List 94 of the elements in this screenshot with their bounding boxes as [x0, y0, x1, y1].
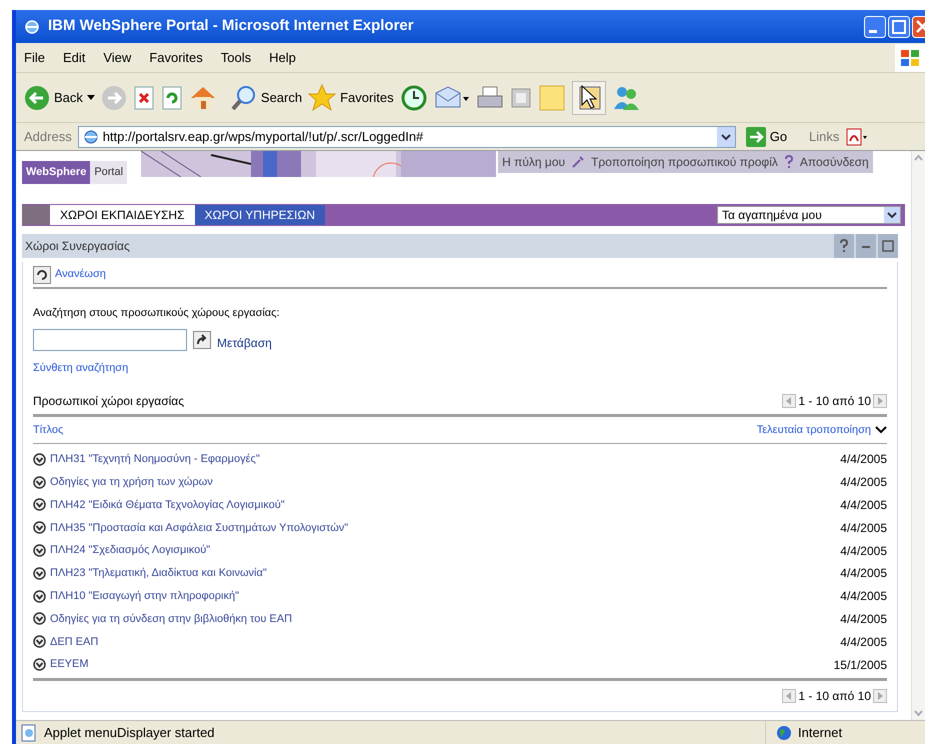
expand-icon[interactable]: [33, 590, 46, 603]
workspace-link[interactable]: ΠΛΗ10 "Εισαγωγή στην πληροφορική": [50, 588, 239, 604]
home-icon[interactable]: [188, 84, 217, 110]
nav-tab[interactable]: ΧΩΡΟΙ ΕΚΠΑΙΔΕΥΣΗΣ: [50, 205, 195, 225]
workspace-link[interactable]: ΠΛΗ31 "Τεχνητή Νοημοσύνη - Εφαρμογές": [50, 451, 260, 468]
wrench-icon[interactable]: [571, 155, 586, 169]
table-cell-text: 4/4/2005: [840, 565, 887, 582]
refresh-link[interactable]: Ανανέωση: [55, 266, 106, 283]
favorites-button[interactable]: Favorites: [340, 88, 394, 108]
window-title: IBM WebSphere Portal - Microsoft Internet Explorer: [48, 16, 414, 36]
expand-icon[interactable]: [33, 635, 46, 648]
zone-text: Internet: [798, 724, 842, 742]
menu-item[interactable]: Edit: [62, 48, 86, 68]
expand-icon[interactable]: [33, 498, 46, 512]
workspace-link[interactable]: ΔΕΠ ΕΑΠ: [50, 634, 98, 650]
expand-icon[interactable]: [33, 476, 46, 489]
people-icon[interactable]: [612, 84, 640, 110]
table-cell-text: 4/4/2005: [840, 474, 887, 492]
expand-icon[interactable]: [33, 566, 46, 580]
search-field[interactable]: [33, 328, 187, 350]
refresh-icon[interactable]: [33, 266, 51, 284]
previous-page-icon[interactable]: [782, 394, 796, 408]
expand-icon[interactable]: [33, 658, 46, 672]
browser-icon: [24, 18, 40, 34]
pager-text: 1 - 10 από 10: [798, 688, 871, 705]
close-icon[interactable]: [912, 16, 925, 38]
minimize-icon[interactable]: [856, 234, 876, 258]
maximize-icon[interactable]: [878, 234, 898, 258]
nav-link[interactable]: Αποσύνδεση: [800, 153, 869, 171]
star-icon[interactable]: [308, 84, 336, 112]
printer-icon[interactable]: [476, 84, 504, 110]
workspace-link[interactable]: ΠΛΗ23 "Τηλεματική, Διαδίκτυα και Κοινωνία": [50, 565, 267, 582]
pdf-icon[interactable]: [845, 126, 868, 146]
links-button[interactable]: Links: [809, 126, 840, 146]
mail-icon[interactable]: [434, 84, 470, 110]
menu-item[interactable]: View: [103, 48, 132, 68]
column-header[interactable]: Τίτλος: [33, 422, 64, 438]
expand-icon[interactable]: [33, 612, 46, 626]
page-icon: [20, 724, 38, 742]
tab-spacer: [22, 205, 50, 225]
menu-item[interactable]: File: [24, 48, 45, 68]
history-icon[interactable]: [400, 84, 428, 112]
logo: WebSphere Portal: [22, 161, 128, 184]
section-title: Προσωπικοί χώροι εργασίας: [33, 393, 184, 410]
globe-icon: [776, 724, 792, 740]
table-cell-text: 4/4/2005: [840, 520, 887, 537]
go-button[interactable]: Go: [770, 126, 788, 146]
stop-icon[interactable]: [132, 86, 155, 110]
status-text: Applet menuDisplayer started: [44, 724, 215, 742]
workspace-link[interactable]: ΕΕΥΕΜ: [50, 656, 89, 673]
favorites-dropdown[interactable]: Τα αγαπημένα μου: [717, 206, 901, 224]
advanced-search-link[interactable]: Σύνθετη αναζήτηση: [33, 360, 887, 376]
menu-item[interactable]: Help: [269, 48, 296, 68]
windows-logo-icon: [900, 48, 920, 66]
previous-page-icon[interactable]: [782, 688, 796, 703]
nav-link[interactable]: Τροποποίηση προσωπικού προφίλ: [591, 153, 778, 171]
table-cell-text: 4/4/2005: [840, 542, 887, 560]
search-label: Αναζήτηση στους προσωπικούς χώρους εργασίας:: [33, 306, 281, 321]
workspace-link[interactable]: ΠΛΗ24 "Σχεδιασμός Λογισμικού": [50, 542, 210, 559]
page-icon: [82, 128, 99, 144]
table-cell-text: 15/1/2005: [834, 656, 887, 674]
portlet-title: Χώροι Συνεργασίας: [25, 238, 130, 255]
nav-link[interactable]: Η πύλη μου: [502, 153, 566, 171]
table-cell-text: 4/4/2005: [840, 588, 887, 606]
table-cell-text: 4/4/2005: [840, 610, 887, 628]
table-cell-text: 4/4/2005: [840, 496, 887, 514]
maximize-icon[interactable]: [888, 16, 910, 38]
next-page-icon[interactable]: [873, 688, 887, 703]
address-field[interactable]: http://portalsrv.eap.gr/wps/myportal/!ut/p/.scr/LoggedIn#: [78, 126, 736, 148]
go-link[interactable]: Μετάβαση: [217, 334, 272, 352]
workspace-link[interactable]: Οδηγίες για τη χρήση των χώρων: [50, 474, 213, 490]
cursor-icon[interactable]: [572, 80, 606, 114]
pager-text: 1 - 10 από 10: [798, 393, 871, 410]
workspace-link[interactable]: Οδηγίες για τη σύνδεση στην βιβλιοθήκη του ΕΑΠ: [50, 610, 292, 628]
expand-icon[interactable]: [33, 544, 46, 558]
nav-tab[interactable]: ΧΩΡΟΙ ΥΠΗΡΕΣΙΩΝ: [194, 205, 326, 225]
sort-descending-icon[interactable]: [875, 426, 887, 434]
menu-item[interactable]: Favorites: [149, 48, 203, 68]
search-icon[interactable]: [230, 84, 257, 110]
expand-icon[interactable]: [33, 521, 46, 534]
menu-item[interactable]: Tools: [220, 48, 252, 68]
workspace-link[interactable]: ΠΛΗ35 "Προστασία και Ασφάλεια Συστημάτων Υπολογιστών": [50, 520, 348, 536]
help-icon[interactable]: [834, 234, 854, 258]
help-icon[interactable]: [784, 155, 794, 169]
minimize-icon[interactable]: [864, 16, 886, 38]
table-cell-text: 4/4/2005: [840, 451, 887, 468]
caret-icon[interactable]: [86, 94, 95, 100]
address-label: Address: [24, 128, 72, 146]
table-cell-text: 4/4/2005: [840, 634, 887, 651]
search-button[interactable]: Search: [260, 88, 302, 108]
expand-icon[interactable]: [33, 452, 46, 466]
back-button[interactable]: Back: [54, 88, 83, 108]
workspace-link[interactable]: ΠΛΗ42 "Ειδικά Θέματα Τεχνολογίας Λογισμικού": [50, 496, 285, 514]
column-header[interactable]: Τελευταία τροποποίηση: [756, 422, 871, 438]
